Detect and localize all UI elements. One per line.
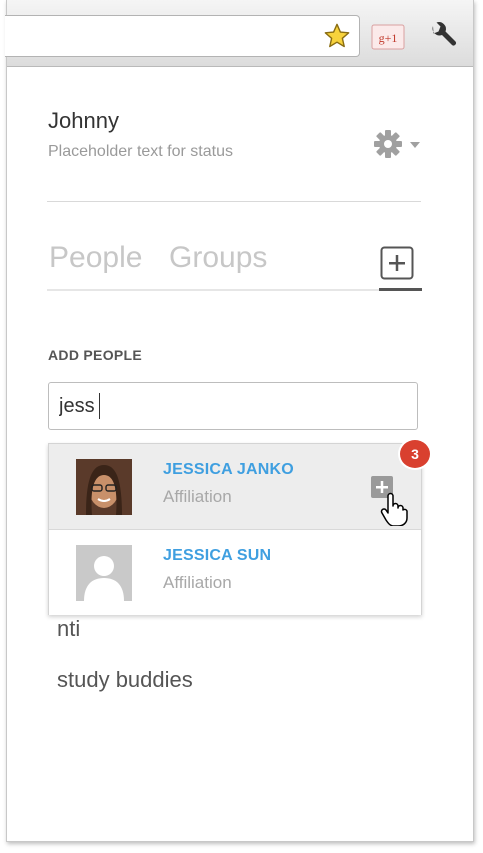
tab-people[interactable]: People [49,241,142,275]
suggestion-item-jessica-sun[interactable]: JESSICA SUN Affiliation [49,530,421,615]
add-people-input[interactable] [48,382,418,430]
tab-groups[interactable]: Groups [169,241,267,275]
group-item-study-buddies[interactable]: study buddies [57,667,193,693]
gear-icon[interactable] [372,128,426,160]
suggestion-item-jessica-janko[interactable]: JESSICA JANKO Affiliation [49,444,421,530]
add-people-label: ADD PEOPLE [48,347,143,363]
profile-status[interactable]: Placeholder text for status [48,143,233,161]
avatar-placeholder [76,545,132,601]
wrench-icon[interactable] [425,20,459,54]
chevron-down-icon [410,142,420,148]
suggestion-affiliation: Affiliation [163,573,232,592]
avatar [76,459,132,515]
suggestion-affiliation: Affiliation [163,487,232,506]
browser-toolbar: g+1 [5,0,473,67]
google-plus-one-icon[interactable]: g+1 [371,24,405,50]
tabs-underline [47,289,421,291]
divider [47,201,421,202]
svg-text:g+1: g+1 [379,31,398,45]
notification-badge: 3 [400,440,430,468]
star-icon[interactable] [323,22,351,50]
extension-popup: g+1 Johnny Placeholder text for status P… [5,0,474,842]
text-caret [99,393,100,419]
address-bar[interactable] [5,15,360,57]
plus-box-icon[interactable] [380,246,414,280]
group-item-nti[interactable]: nti [57,616,80,642]
suggestion-name: JESSICA JANKO [163,461,294,478]
suggestion-name: JESSICA SUN [163,547,272,564]
add-group-underline [379,288,422,291]
suggestion-dropdown: JESSICA JANKO Affiliation JESSICA SUN Af… [48,443,422,615]
profile-name: Johnny [48,108,119,133]
hand-cursor-icon [380,492,408,526]
